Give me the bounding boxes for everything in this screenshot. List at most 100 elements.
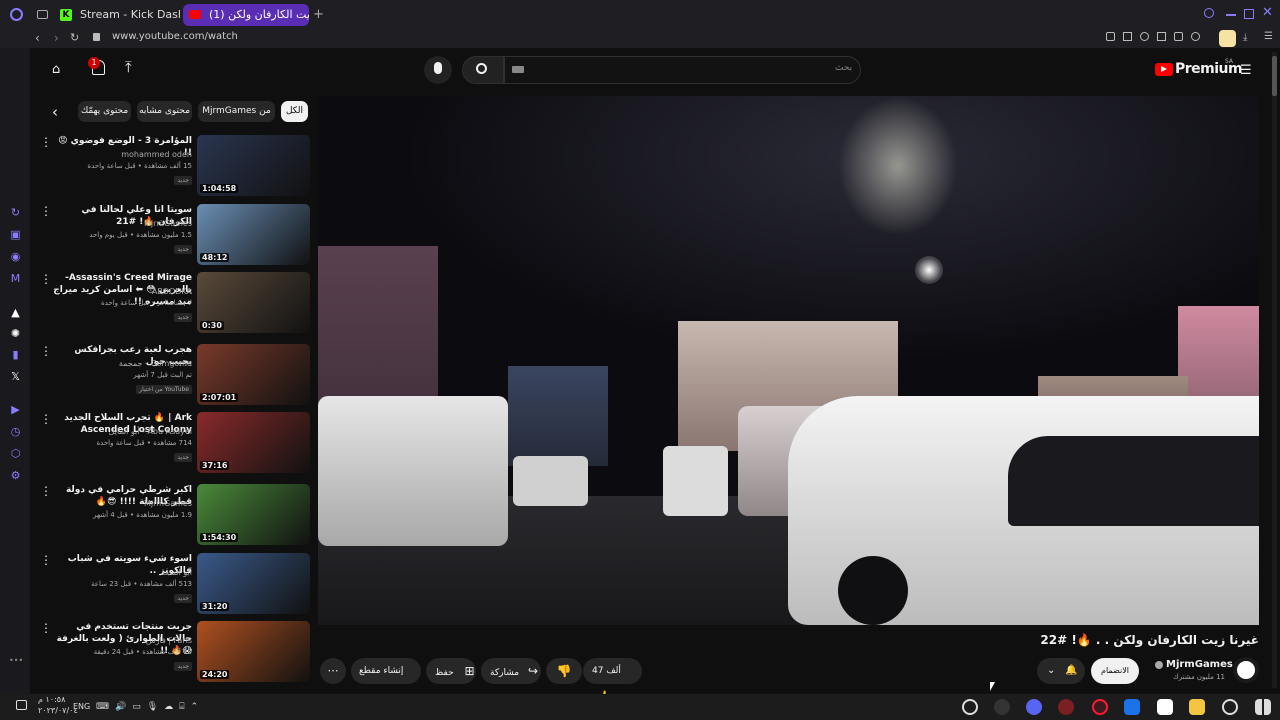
- search-tabs-icon[interactable]: [1204, 8, 1214, 18]
- video-player[interactable]: [318, 96, 1259, 625]
- more-options-icon[interactable]: ⋮: [40, 484, 52, 498]
- language-indicator[interactable]: ENG: [73, 702, 90, 711]
- search-input[interactable]: [504, 56, 861, 84]
- keyboard-icon[interactable]: ⌨: [96, 702, 109, 712]
- download-icon[interactable]: ⤓: [1243, 32, 1247, 43]
- video-thumbnail[interactable]: 2:07:01: [197, 344, 310, 405]
- channel-name[interactable]: MjrmGames: [144, 219, 192, 228]
- discord-icon[interactable]: [1026, 699, 1042, 715]
- player-icon[interactable]: ▶: [9, 403, 22, 416]
- clock-time[interactable]: ١٠:٥٨ م: [38, 695, 65, 704]
- video-thumbnail[interactable]: 0:30: [197, 272, 310, 333]
- cloud-icon[interactable]: ☁: [164, 702, 173, 712]
- more-options-icon[interactable]: ⋮: [40, 412, 52, 426]
- video-thumbnail[interactable]: 48:12: [197, 204, 310, 265]
- reload-icon[interactable]: ↻: [70, 31, 79, 44]
- save-button[interactable]: حفظ ⊞: [426, 658, 476, 684]
- more-actions-button[interactable]: ⋯: [320, 658, 346, 684]
- extensions-icons[interactable]: [1106, 32, 1216, 44]
- chat-icon[interactable]: [16, 700, 27, 710]
- join-button[interactable]: الانضمام: [1091, 658, 1139, 684]
- x-icon[interactable]: 𝕏: [9, 370, 22, 383]
- settings-icon[interactable]: ⚙: [9, 469, 22, 482]
- chip-related-interest[interactable]: محتوى يهمّك: [78, 101, 131, 122]
- more-options-icon[interactable]: ⋮: [40, 272, 52, 286]
- ai-icon[interactable]: ▲: [9, 306, 22, 319]
- tray-expand-icon[interactable]: ⌃: [191, 702, 199, 712]
- profile-avatar[interactable]: [1219, 30, 1236, 47]
- chips-prev-icon[interactable]: ‹: [52, 103, 58, 121]
- clock-icon[interactable]: ◷: [9, 425, 22, 438]
- channel-name[interactable]: Abu Asayel - أبو أسايل: [109, 427, 192, 436]
- app-icon-1[interactable]: [994, 699, 1010, 715]
- channel-name[interactable]: ABOODKA: [152, 287, 192, 296]
- keyboard-icon[interactable]: [512, 66, 524, 73]
- channel-name[interactable]: MjrmGames: [144, 499, 192, 508]
- video-thumbnail[interactable]: 1:04:58: [197, 135, 310, 196]
- twitch-icon[interactable]: ▮: [9, 348, 22, 361]
- more-options-icon[interactable]: ⋮: [40, 204, 52, 218]
- mic-icon[interactable]: 🎙: [147, 702, 158, 712]
- dislike-button[interactable]: 👎: [546, 658, 582, 684]
- more-options-icon[interactable]: ⋮: [40, 135, 52, 149]
- related-video-item[interactable]: ⋮ 1:04:58 المؤامرة 3 - الوضع فوضوي 😡 !! moh…: [35, 135, 310, 201]
- related-video-item[interactable]: ⋮ 24:20 جربت منتجات تستخدم في حالات الطوار…: [35, 621, 310, 687]
- tab-kick-dashboard[interactable]: K Stream - Kick Dashboard: [54, 4, 180, 26]
- related-video-item[interactable]: ⋮ 2:07:01 هجرب لعبة رعب بجرافكس يجيب حول Go…: [35, 344, 310, 410]
- channel-name[interactable]: mohammed oden: [121, 150, 192, 159]
- app-icon-2[interactable]: [1058, 699, 1074, 715]
- browser-logo-icon[interactable]: [10, 8, 23, 21]
- tray-icons[interactable]: ⌨ 🔊 ▭ 🎙 ☁ ⌸ ⌃: [96, 702, 198, 712]
- store-icon[interactable]: [1157, 699, 1173, 715]
- folder-icon[interactable]: [1189, 699, 1205, 715]
- upload-icon[interactable]: ⤒: [125, 58, 132, 76]
- forward-icon[interactable]: ›: [54, 31, 59, 45]
- more-options-icon[interactable]: ⋮: [40, 621, 52, 635]
- related-video-item[interactable]: ⋮ 37:16 Ark | 🔥 تجرب السلاح الجديد Ascende…: [35, 412, 310, 478]
- more-icon[interactable]: •••: [9, 654, 23, 667]
- mail-icon[interactable]: [1124, 699, 1140, 715]
- opera-icon[interactable]: [1092, 699, 1108, 715]
- scrollbar-thumb[interactable]: [1272, 56, 1277, 96]
- obs-icon[interactable]: [962, 699, 978, 715]
- related-video-item[interactable]: ⋮ 0:30 Assassin's Creed Mirage- بالعربي 😳 …: [35, 272, 310, 338]
- video-thumbnail[interactable]: 24:20: [197, 621, 310, 682]
- channel-name[interactable]: أبو السعد: [161, 568, 192, 577]
- cube-icon[interactable]: ⬡: [9, 447, 22, 460]
- page-scrollbar[interactable]: [1272, 52, 1277, 688]
- bag-icon[interactable]: ▣: [9, 228, 22, 241]
- tab-youtube[interactable]: (1) غيرنا زيت الكارفان ولكن ..: [183, 4, 309, 26]
- chip-all[interactable]: الكل: [281, 101, 308, 122]
- url-field[interactable]: www.youtube.com/watch: [112, 31, 238, 42]
- related-video-item[interactable]: ⋮ 1:54:30 اكبر شرطي حرامي في دولة قطر كااا…: [35, 484, 310, 550]
- minimize-icon[interactable]: [1226, 14, 1236, 16]
- channel-name[interactable]: Faris | فارس: [146, 636, 192, 645]
- clock-date[interactable]: ٢٠٢٣/٠٧/٠٤: [38, 706, 78, 715]
- tab-overview-icon[interactable]: [37, 10, 48, 19]
- like-button[interactable]: 47 ألف 👍: [583, 658, 642, 703]
- new-tab-button[interactable]: +: [313, 8, 324, 21]
- volume-icon[interactable]: 🔊: [115, 702, 126, 712]
- video-thumbnail[interactable]: 1:54:30: [197, 484, 310, 545]
- video-thumbnail[interactable]: 31:20: [197, 553, 310, 614]
- channel-name[interactable]: Gomgoma - جمجمة: [119, 359, 192, 368]
- m-icon[interactable]: M: [9, 272, 22, 285]
- channel-name[interactable]: MjrmGames: [1166, 659, 1233, 670]
- messenger-icon[interactable]: ◉: [9, 250, 22, 263]
- display-icon[interactable]: ▭: [132, 702, 141, 712]
- search-icon[interactable]: [1222, 699, 1238, 715]
- chip-similar[interactable]: محتوى مشابه: [137, 101, 192, 122]
- maximize-icon[interactable]: [1244, 9, 1254, 19]
- related-video-item[interactable]: ⋮ 31:20 اسوء شيء سويته في شباب فالكونز .. أ…: [35, 553, 310, 619]
- create-icon[interactable]: ⌂: [52, 62, 60, 77]
- share-button[interactable]: مشاركة ↪: [481, 658, 541, 684]
- clip-button[interactable]: إنشاء مقطع ✂: [351, 658, 421, 704]
- related-video-item[interactable]: ⋮ 48:12 سويتا انا وعلي لحالنا في الكرفان 🔥…: [35, 204, 310, 270]
- video-thumbnail[interactable]: 37:16: [197, 412, 310, 473]
- more-options-icon[interactable]: ⋮: [40, 344, 52, 358]
- channel-avatar[interactable]: [1233, 657, 1259, 683]
- close-icon[interactable]: ✕: [1262, 6, 1273, 19]
- windows-start-icon[interactable]: [1255, 699, 1271, 715]
- menu-icon[interactable]: ☰: [1264, 31, 1273, 42]
- hamburger-menu-icon[interactable]: ☰: [1240, 63, 1252, 78]
